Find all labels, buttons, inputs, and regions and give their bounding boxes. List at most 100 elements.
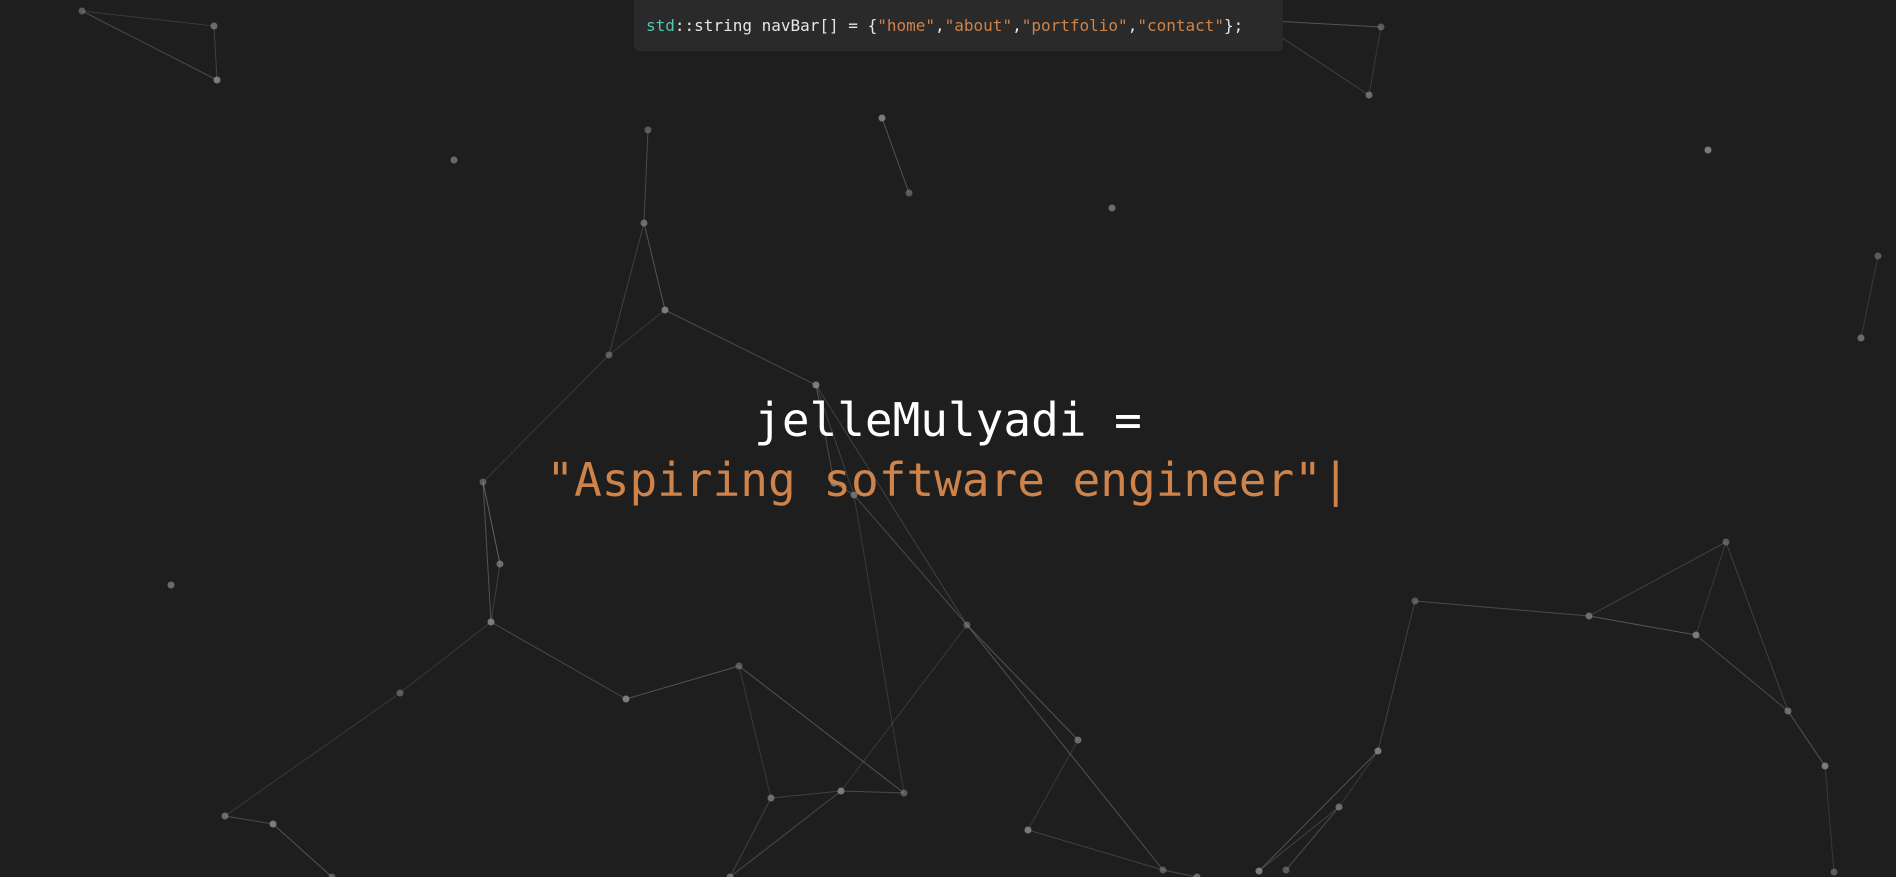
- particle-dot: [167, 581, 175, 589]
- particle-dot: [726, 873, 734, 877]
- particle-dot: [605, 351, 613, 359]
- particle-dot: [1784, 707, 1792, 715]
- particle-link: [643, 222, 666, 311]
- particle-link: [966, 624, 1079, 741]
- particle-dot: [1704, 146, 1712, 154]
- particle-dot: [269, 820, 277, 828]
- particle-link: [1824, 765, 1835, 873]
- particle-link: [738, 665, 772, 799]
- particle-link: [213, 25, 218, 81]
- particle-dot: [767, 794, 775, 802]
- particle-dot: [1821, 762, 1829, 770]
- particle-dot: [1335, 803, 1343, 811]
- particle-dot: [640, 219, 648, 227]
- particle-link: [608, 222, 645, 356]
- particle-link: [625, 665, 740, 700]
- particle-link: [840, 624, 968, 792]
- nav-link-contact[interactable]: "contact": [1137, 16, 1224, 35]
- particle-dot: [1255, 867, 1263, 875]
- particle-link: [840, 790, 905, 794]
- particle-dot: [1874, 252, 1882, 260]
- particle-link: [966, 624, 1164, 871]
- particle-link: [399, 621, 492, 694]
- page-background: std:: string navBar[] = {"home", "about",…: [0, 0, 1896, 877]
- particle-link: [490, 621, 627, 700]
- particle-dot: [1074, 736, 1082, 744]
- particle-link: [853, 494, 905, 794]
- particle-link: [1027, 739, 1079, 831]
- particle-link: [729, 797, 772, 877]
- particle-dot: [1857, 334, 1865, 342]
- code-navbar: std:: string navBar[] = {"home", "about",…: [634, 0, 1283, 51]
- particle-link: [1258, 806, 1340, 872]
- navbar-scope: ::: [674, 16, 695, 35]
- particle-dot: [837, 787, 845, 795]
- navbar-namespace: std: [646, 16, 675, 35]
- particle-link: [1258, 750, 1379, 872]
- navbar-closing: };: [1224, 16, 1244, 35]
- particle-dot: [78, 7, 86, 15]
- particle-dot: [210, 22, 218, 30]
- particle-dot: [1024, 826, 1032, 834]
- particle-dot: [1108, 204, 1116, 212]
- nav-link-home[interactable]: "home": [877, 16, 935, 35]
- particle-link: [664, 309, 817, 386]
- particle-link: [272, 823, 333, 877]
- particle-link: [738, 665, 905, 794]
- particle-dot: [487, 618, 495, 626]
- particle-link: [643, 129, 649, 224]
- particle-dot: [644, 126, 652, 134]
- particle-dot: [661, 306, 669, 314]
- particle-dot: [213, 76, 221, 84]
- hero-variable: jelleMulyadi =: [754, 393, 1142, 447]
- particle-link: [81, 10, 218, 81]
- nav-link-about[interactable]: "about": [945, 16, 1012, 35]
- particle-link: [729, 790, 842, 877]
- particle-dot: [1159, 866, 1167, 874]
- particle-dot: [622, 695, 630, 703]
- particle-dot: [1377, 23, 1385, 31]
- particle-dot: [396, 689, 404, 697]
- particle-dot: [1365, 91, 1373, 99]
- particle-link: [1368, 26, 1382, 96]
- particle-link: [1338, 750, 1379, 808]
- particle-link: [770, 790, 842, 799]
- particle-dot: [1193, 873, 1201, 877]
- particle-link: [81, 10, 215, 27]
- hero-tagline: "Aspiring software engineer"|: [0, 450, 1896, 510]
- particle-dot: [450, 156, 458, 164]
- particle-dot: [1282, 866, 1290, 874]
- particle-link: [881, 117, 910, 194]
- particle-dot: [963, 621, 971, 629]
- particle-dot: [496, 560, 504, 568]
- particle-link: [1162, 869, 1198, 877]
- hero-heading: jelleMulyadi = "Aspiring software engine…: [0, 390, 1896, 510]
- particle-dot: [900, 789, 908, 797]
- particle-dot: [1830, 868, 1838, 876]
- particle-dot: [878, 114, 886, 122]
- particle-dot: [1585, 612, 1593, 620]
- hero-tagline-text: "Aspiring software engineer": [546, 453, 1322, 507]
- navbar-declaration: string navBar[] = {: [694, 16, 878, 35]
- particle-dot: [328, 873, 336, 877]
- particle-dot: [1722, 538, 1730, 546]
- particle-link: [1414, 600, 1590, 617]
- particle-link: [224, 815, 274, 825]
- particle-dot: [905, 189, 913, 197]
- particle-dot: [1692, 631, 1700, 639]
- particle-link: [490, 563, 501, 623]
- particle-link: [224, 692, 401, 817]
- particle-dot: [1374, 747, 1382, 755]
- particle-dot: [1411, 597, 1419, 605]
- nav-link-portfolio[interactable]: "portfolio": [1022, 16, 1128, 35]
- particle-link: [608, 309, 666, 356]
- particle-link: [853, 494, 968, 626]
- particle-dot: [812, 381, 820, 389]
- particle-dot: [735, 662, 743, 670]
- navbar-separator: ,: [1012, 16, 1022, 35]
- particle-link: [1588, 615, 1697, 636]
- particle-dot: [221, 812, 229, 820]
- typing-cursor: |: [1321, 453, 1350, 507]
- particle-link: [1787, 710, 1826, 767]
- navbar-separator: ,: [935, 16, 945, 35]
